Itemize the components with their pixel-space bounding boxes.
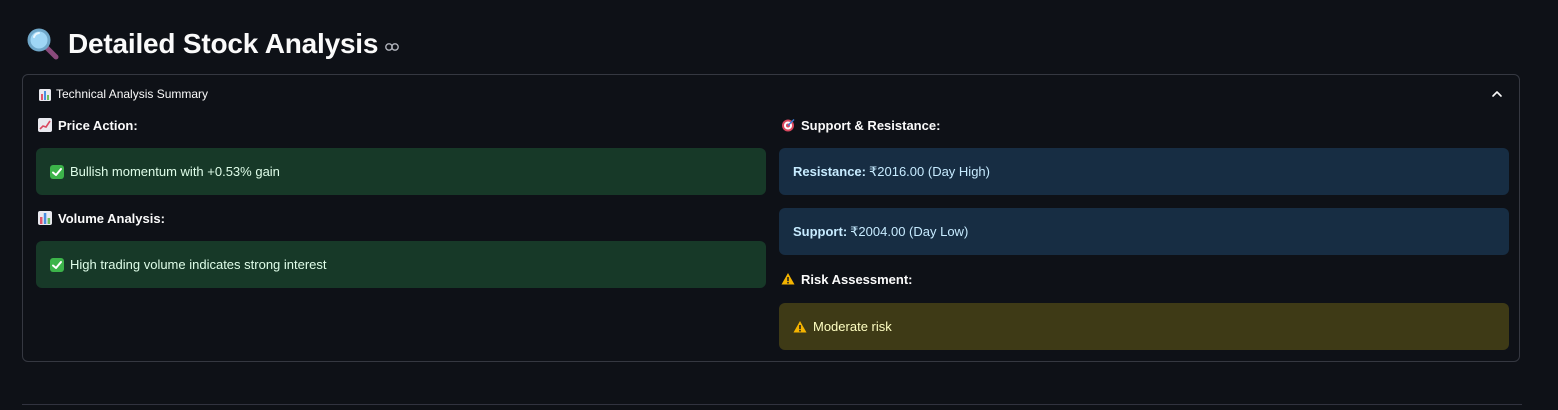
- left-column: Price Action: Bullish momentum with +0.5…: [36, 110, 766, 288]
- warning-icon: [793, 320, 807, 332]
- resistance-label: Resistance:: [793, 164, 866, 179]
- expander-header[interactable]: Technical Analysis Summary: [23, 75, 1519, 115]
- check-mark-icon: [50, 257, 64, 272]
- resistance-value: ₹2016.00 (Day High): [868, 163, 990, 179]
- resistance-alert: Resistance: ₹2016.00 (Day High): [779, 148, 1509, 195]
- bar-chart-icon: [38, 211, 52, 225]
- chevron-up-icon[interactable]: [1491, 89, 1503, 99]
- page-title: Detailed Stock Analysis: [68, 28, 379, 59]
- warning-icon: [781, 273, 795, 285]
- page: Detailed Stock Analysis Technical Analys…: [0, 0, 1558, 410]
- page-header: Detailed Stock Analysis: [26, 26, 400, 62]
- volume-analysis-heading: Volume Analysis:: [36, 203, 766, 233]
- check-mark-icon: [50, 164, 64, 179]
- support-alert: Support: ₹2004.00 (Day Low): [779, 208, 1509, 255]
- expander-label: Technical Analysis Summary: [56, 87, 209, 101]
- right-column: Support & Resistance: Resistance: ₹2016.…: [779, 110, 1509, 350]
- magnifying-glass-icon: [27, 28, 59, 60]
- link-icon[interactable]: [385, 42, 400, 52]
- volume-analysis-text: High trading volume indicates strong int…: [70, 257, 327, 272]
- support-label: Support:: [793, 224, 848, 239]
- support-resistance-heading: Support & Resistance:: [779, 110, 1509, 140]
- support-value: ₹2004.00 (Day Low): [850, 223, 969, 239]
- chart-increasing-icon: [38, 118, 52, 132]
- volume-analysis-alert: High trading volume indicates strong int…: [36, 241, 766, 288]
- divider: [22, 404, 1522, 405]
- risk-text: Moderate risk: [813, 319, 892, 334]
- price-action-text: Bullish momentum with +0.53% gain: [70, 164, 280, 179]
- risk-alert: Moderate risk: [779, 303, 1509, 350]
- risk-assessment-heading: Risk Assessment:: [779, 264, 1509, 294]
- price-action-heading: Price Action:: [36, 110, 766, 140]
- bar-chart-icon: [39, 89, 51, 101]
- target-icon: [782, 119, 795, 132]
- price-action-alert: Bullish momentum with +0.53% gain: [36, 148, 766, 195]
